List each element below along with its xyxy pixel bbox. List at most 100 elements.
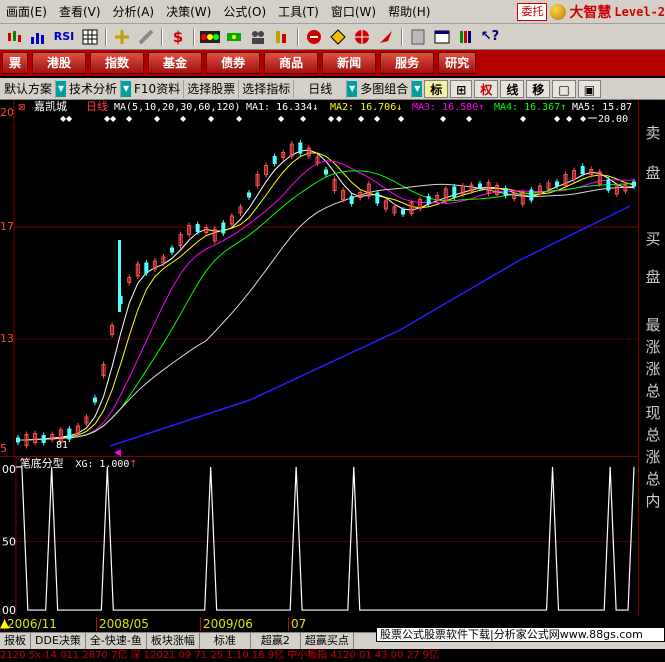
books-icon[interactable]: [455, 27, 477, 47]
y-label-top: 20: [0, 106, 14, 119]
menu-tools[interactable]: 工具(T): [272, 1, 325, 23]
svg-text:◆: ◆: [180, 114, 187, 123]
entrust-button[interactable]: 委托: [517, 3, 548, 21]
tab-mark[interactable]: 标: [424, 79, 449, 98]
kline-icon[interactable]: [3, 27, 25, 47]
main-y-axis: 20 17 13 5: [0, 100, 14, 456]
tab-move[interactable]: 移: [526, 79, 551, 98]
function-bar: 默认方案 ▼ 技术分析 ▼ F10资料 选择股票 选择指标 日线 ▼ 多图组合 …: [0, 78, 665, 100]
rocket-icon[interactable]: [375, 27, 397, 47]
menu-window[interactable]: 窗口(W): [325, 1, 382, 23]
cat-services[interactable]: 服务: [380, 52, 435, 74]
tab-sector-rise[interactable]: 板块涨幅: [147, 633, 200, 649]
rp-total-2: 总: [645, 426, 661, 444]
f10-button[interactable]: F10资料: [131, 79, 185, 98]
sub-y-mid: 50: [2, 535, 16, 548]
globe-icon[interactable]: [351, 27, 373, 47]
help-pointer-icon[interactable]: ↖?: [479, 27, 501, 47]
grid-icon[interactable]: [79, 27, 101, 47]
tab-rights[interactable]: 权: [474, 79, 499, 98]
tab-dde[interactable]: DDE决策: [31, 633, 86, 649]
money-icon[interactable]: [223, 27, 245, 47]
cat-index[interactable]: 指数: [90, 52, 145, 74]
rp-buy-2: 盘: [645, 268, 661, 286]
cat-news[interactable]: 新闻: [322, 52, 377, 74]
toolbar-separator: [401, 27, 403, 46]
cat-commodities[interactable]: 商品: [264, 52, 319, 74]
menu-formula[interactable]: 公式(O): [217, 1, 272, 23]
kline-chart[interactable]: 嘉凯城 ⊠ 日线 MA(5,10,20,30,60,120) MA1: 16.3…: [0, 100, 638, 456]
tab-line[interactable]: 线: [500, 79, 525, 98]
stack-icon[interactable]: [271, 27, 293, 47]
ruler-icon[interactable]: [135, 27, 157, 47]
toolbar-separator: [105, 27, 107, 46]
indicator-title: 笔底分型: [20, 456, 64, 470]
traffic-light-icon[interactable]: [199, 27, 221, 47]
svg-text:◆: ◆: [374, 114, 381, 123]
tab-full[interactable]: ▣: [577, 79, 602, 98]
date-label: 07: [288, 617, 306, 631]
y-label-2: 17: [0, 220, 14, 233]
dollar-icon[interactable]: $: [167, 27, 189, 47]
ma1-label: MA1: 16.334↓: [246, 102, 318, 113]
sub-y-bottom: 00: [2, 604, 16, 616]
date-label: 2009/06: [200, 617, 253, 631]
tab-board[interactable]: 报板: [0, 633, 31, 649]
multi-chart-button[interactable]: 多图组合: [357, 79, 413, 98]
ma3-label: MA3: 16.580↑: [412, 102, 484, 113]
menu-screen[interactable]: 画面(E): [0, 1, 53, 23]
period-label: 日线: [86, 100, 108, 113]
menu-view[interactable]: 查看(V): [53, 1, 107, 23]
crosshair-icon[interactable]: [111, 27, 133, 47]
ma4-label: MA4: 16.367↑: [494, 102, 566, 113]
cat-bonds[interactable]: 债券: [206, 52, 261, 74]
rp-sell-2: 盘: [645, 164, 661, 182]
rp-total: 总: [645, 382, 661, 400]
dropdown-arrow-icon[interactable]: ▼: [412, 80, 423, 97]
cat-hk-stocks[interactable]: 港股: [32, 52, 87, 74]
svg-text:◆: ◆: [580, 114, 587, 123]
tab-super-buy[interactable]: 超赢买点: [301, 633, 354, 649]
dropdown-arrow-icon[interactable]: ▼: [121, 80, 132, 97]
svg-text:◆: ◆: [110, 114, 117, 123]
indicator-chart[interactable]: 笔底分型 XG: 1.000 ↑ 00 50 00: [0, 456, 638, 616]
menu-decision[interactable]: 决策(W): [160, 1, 217, 23]
calculator-icon[interactable]: [407, 27, 429, 47]
select-indicator-button[interactable]: 选择指标: [239, 79, 295, 98]
dropdown-arrow-icon[interactable]: ▼: [347, 80, 358, 97]
tech-analysis-select[interactable]: 技术分析: [66, 79, 122, 98]
tab-standard[interactable]: 标准: [200, 633, 251, 649]
tab-window[interactable]: □: [552, 79, 576, 98]
tab-super2[interactable]: 超赢2: [251, 633, 301, 649]
cat-stocks[interactable]: 票: [2, 52, 29, 74]
dropdown-arrow-icon[interactable]: ▼: [56, 80, 66, 97]
stop-icon[interactable]: [303, 27, 325, 47]
svg-text:◆: ◆: [236, 114, 243, 123]
toolbar-separator: [193, 27, 195, 46]
stock-title: 嘉凯城: [34, 100, 67, 113]
y-label-4: 5: [0, 442, 7, 455]
svg-text:◆: ◆: [154, 114, 161, 123]
rsi-button[interactable]: RSI: [51, 27, 77, 47]
menu-help[interactable]: 帮助(H): [382, 1, 436, 23]
category-bar: 票 港股 指数 基金 债券 商品 新闻 服务 研究: [0, 50, 665, 76]
period-select[interactable]: 日线: [294, 79, 348, 98]
cat-funds[interactable]: 基金: [148, 52, 203, 74]
svg-text:◆: ◆: [208, 114, 215, 123]
select-stock-button[interactable]: 选择股票: [184, 79, 240, 98]
svg-text:◆: ◆: [66, 114, 73, 123]
people-icon[interactable]: [247, 27, 269, 47]
scheme-select[interactable]: 默认方案: [0, 79, 56, 98]
window-icon[interactable]: [431, 27, 453, 47]
tab-fast-fish[interactable]: 全-快速-鱼: [86, 633, 147, 649]
menu-analysis[interactable]: 分析(A): [107, 1, 161, 23]
diamond-icon[interactable]: [327, 27, 349, 47]
low-price-label: 81: [56, 440, 68, 451]
bar-chart-icon[interactable]: [27, 27, 49, 47]
tab-grid[interactable]: ⊞: [450, 79, 473, 98]
up-arrow-icon: ↑: [129, 459, 137, 470]
rp-inner: 内: [645, 492, 661, 510]
svg-text:◆: ◆: [440, 114, 447, 123]
ad-banner[interactable]: 股票公式股票软件下载|分析家公式网www.88gs.com: [376, 627, 665, 642]
cat-research[interactable]: 研究: [438, 52, 477, 74]
